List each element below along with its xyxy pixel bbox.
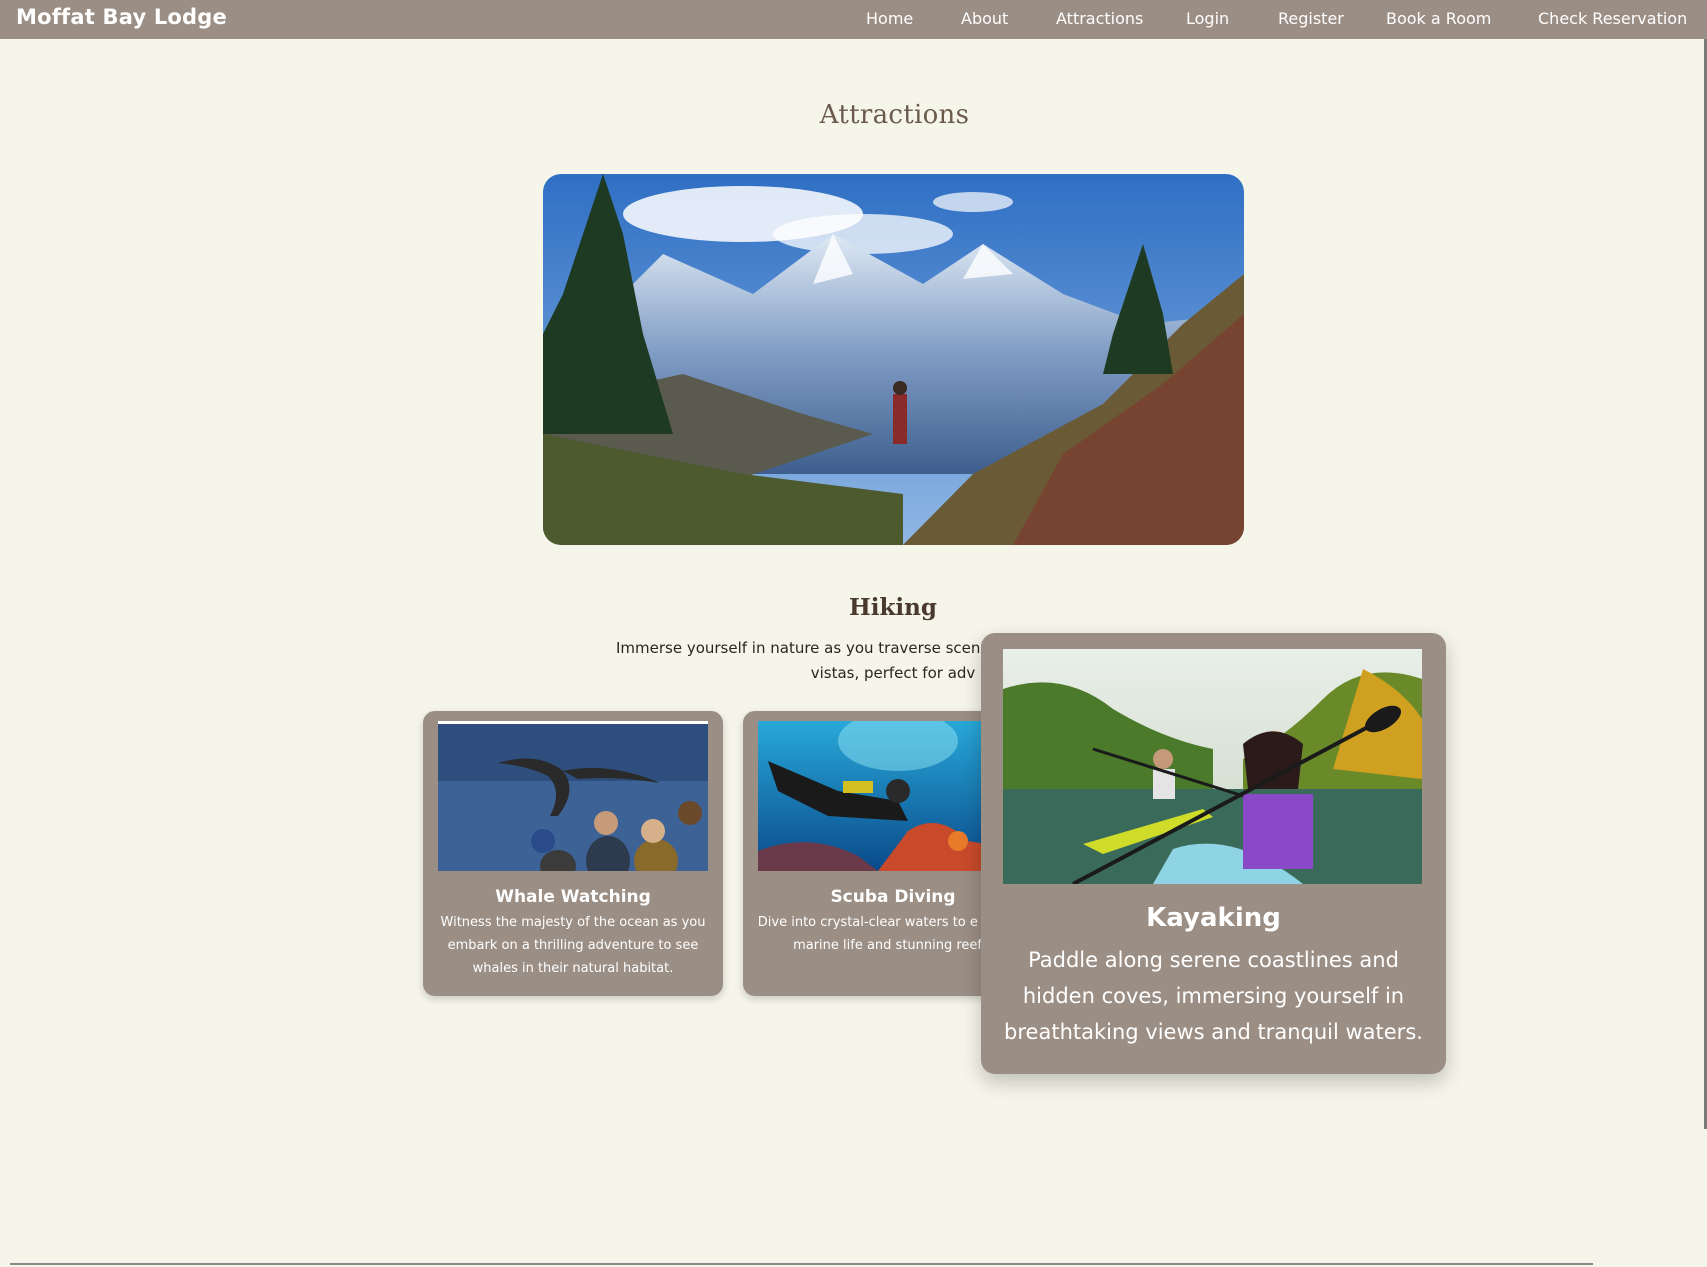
hiking-photo <box>543 174 1244 545</box>
nav-link-check-reservation[interactable]: Check Reservation <box>1538 9 1687 28</box>
nav-link-attractions[interactable]: Attractions <box>1056 9 1143 28</box>
nav-link-about[interactable]: About <box>961 9 1008 28</box>
card-description: Witness the majesty of the ocean as you … <box>440 915 706 976</box>
kayaking-photo <box>1003 649 1422 884</box>
nav-link-login[interactable]: Login <box>1186 9 1229 28</box>
nav-link-book-a-room[interactable]: Book a Room <box>1386 9 1491 28</box>
attraction-card-whale-watching[interactable]: Whale Watching Witness the majesty of th… <box>423 711 723 996</box>
site-brand[interactable]: Moffat Bay Lodge <box>16 5 227 29</box>
top-navbar: Moffat Bay Lodge Home About Attractions … <box>0 0 1707 39</box>
nav-link-home[interactable]: Home <box>866 9 913 28</box>
card-description: Paddle along serene coastlines and hidde… <box>1004 948 1423 1044</box>
attraction-card-kayaking[interactable]: Kayaking Paddle along serene coastlines … <box>981 633 1446 1074</box>
hero-image-hiking <box>543 174 1244 545</box>
page-title: Attractions <box>819 100 970 130</box>
nav-link-register[interactable]: Register <box>1278 9 1344 28</box>
bottom-divider <box>10 1263 1593 1265</box>
hero-heading: Hiking <box>849 594 937 621</box>
card-title: Whale Watching <box>495 887 651 907</box>
whale-watching-photo <box>438 721 708 871</box>
card-title: Kayaking <box>1146 903 1281 933</box>
